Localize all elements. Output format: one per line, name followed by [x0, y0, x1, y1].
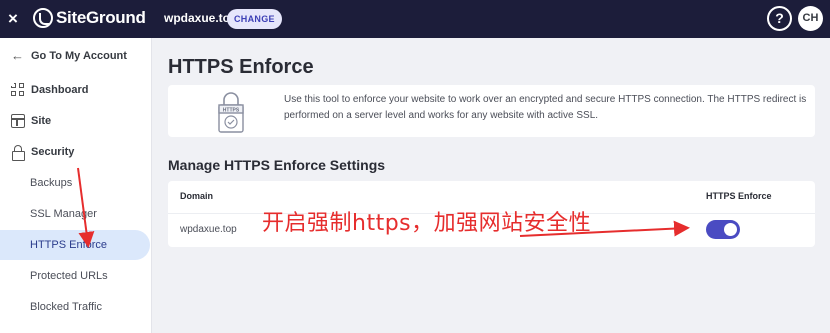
- go-to-account-link[interactable]: ← Go To My Account: [0, 41, 150, 71]
- sidebar-item-label: Dashboard: [31, 84, 89, 96]
- sidebar-item-ssl-manager[interactable]: SSL Manager: [0, 199, 150, 229]
- domain-cell: wpdaxue.top: [180, 224, 237, 235]
- logo-text: SiteGround: [56, 8, 146, 27]
- sidebar-item-dashboard[interactable]: Dashboard: [0, 75, 150, 105]
- arrow-left-icon: ←: [11, 48, 24, 63]
- info-description: Use this tool to enforce your website to…: [284, 94, 807, 121]
- avatar[interactable]: CH: [798, 6, 823, 31]
- sidebar-item-label: Backups: [30, 177, 73, 189]
- https-lock-illustration: HTTPS: [218, 92, 244, 133]
- siteground-logo-icon: [33, 8, 53, 28]
- sidebar-item-backups[interactable]: Backups: [0, 168, 150, 198]
- help-icon[interactable]: ?: [767, 6, 792, 31]
- section-title: Manage HTTPS Enforce Settings: [168, 157, 386, 173]
- sidebar-item-https-enforce[interactable]: HTTPS Enforce: [0, 230, 150, 260]
- sidebar-item-label: Go To My Account: [31, 50, 127, 62]
- close-icon[interactable]: ×: [8, 9, 24, 29]
- column-header-https-enforce: HTTPS Enforce: [706, 191, 772, 201]
- sidebar-item-label: SSL Manager: [30, 208, 97, 220]
- https-enforce-toggle[interactable]: [706, 220, 740, 239]
- annotation-text: 开启强制https，加强网站安全性: [262, 211, 592, 236]
- sidebar-item-label: Blocked Traffic: [30, 301, 102, 313]
- column-header-domain: Domain: [180, 191, 214, 201]
- sidebar-item-label: HTTPS Enforce: [30, 239, 108, 251]
- top-bar: × SiteGround wpdaxue.top CHANGE ? CH: [0, 0, 830, 38]
- lock-icon: [11, 145, 25, 161]
- info-card: HTTPS Use this tool to enforce your webs…: [168, 85, 815, 137]
- change-site-button[interactable]: CHANGE: [227, 9, 282, 29]
- grid-icon: [11, 83, 25, 97]
- sidebar-item-security[interactable]: Security: [0, 137, 150, 167]
- sidebar-item-label: Site: [31, 115, 52, 127]
- sidebar-item-protected-urls[interactable]: Protected URLs: [0, 261, 150, 291]
- https-illustration-label: HTTPS: [223, 108, 240, 114]
- sidebar: ← Go To My Account Dashboard Site Securi…: [0, 38, 152, 333]
- site-icon: [11, 114, 25, 128]
- sidebar-item-blocked-traffic[interactable]: Blocked Traffic: [0, 292, 150, 322]
- sidebar-item-site[interactable]: Site: [0, 106, 150, 136]
- siteground-logo[interactable]: SiteGround: [33, 8, 146, 28]
- sidebar-item-label: Security: [31, 146, 75, 158]
- page-title: HTTPS Enforce: [168, 56, 314, 78]
- sidebar-item-label: Protected URLs: [30, 270, 108, 282]
